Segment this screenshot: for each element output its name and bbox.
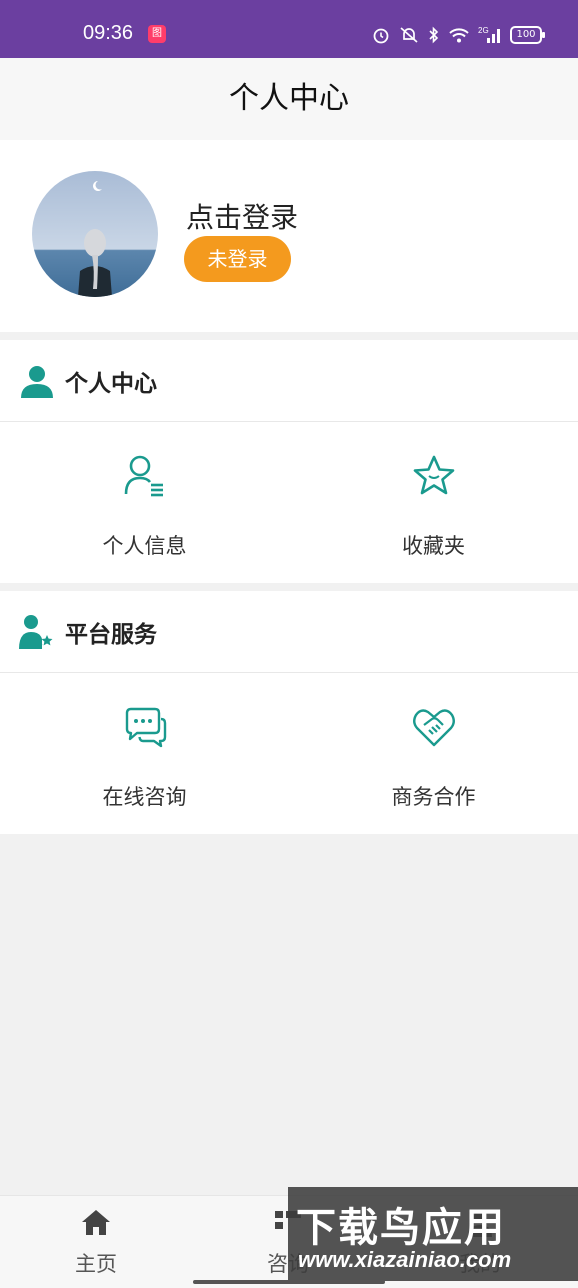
signal-icon: 2G [478, 26, 500, 43]
alarm-icon [373, 28, 389, 44]
watermark-url: www.xiazainiao.com [298, 1247, 512, 1272]
status-icons: 2G 100 [372, 26, 545, 44]
star-icon [413, 455, 454, 495]
user-info-icon [124, 455, 163, 497]
tab-label: 主页 [75, 1252, 117, 1276]
section-header: 个人中心 [0, 340, 578, 422]
favorites-button[interactable]: 收藏夹 [289, 422, 578, 583]
section-title: 平台服务 [65, 622, 157, 648]
section-title: 个人中心 [65, 371, 157, 397]
battery-icon: 100 [510, 26, 545, 44]
status-time: 09:36 [83, 22, 134, 44]
item-label: 个人信息 [102, 534, 187, 558]
bluetooth-icon [429, 26, 439, 44]
home-icon [82, 1210, 110, 1235]
mute-bell-icon [400, 27, 418, 43]
login-status-badge[interactable]: 未登录 [184, 236, 291, 282]
business-cooperation-button[interactable]: 商务合作 [289, 673, 578, 834]
title-bar: 个人中心 [0, 58, 578, 140]
page-title: 个人中心 [229, 81, 349, 116]
online-consult-button[interactable]: 在线咨询 [0, 673, 289, 834]
wifi-icon [449, 28, 469, 43]
personal-info-button[interactable]: 个人信息 [0, 422, 289, 583]
item-label: 收藏夹 [402, 534, 465, 558]
notification-app-icon: 图 [148, 25, 166, 43]
item-label: 商务合作 [391, 785, 476, 809]
watermark-brand: 下载鸟应用 [296, 1205, 506, 1251]
handshake-heart-icon [412, 709, 455, 747]
platform-services-section: 平台服务 在线咨询 商务合作 [0, 591, 578, 834]
watermark: 下载鸟应用 www.xiazainiao.com [288, 1187, 578, 1281]
svg-text:2G: 2G [478, 26, 489, 35]
section-header: 平台服务 [0, 591, 578, 673]
login-prompt[interactable]: 点击登录 [186, 196, 298, 236]
avatar[interactable] [32, 171, 158, 297]
profile-card[interactable]: 点击登录 未登录 [0, 140, 578, 332]
avatar-image [32, 171, 158, 297]
tab-home[interactable]: 主页 [0, 1196, 192, 1288]
home-indicator[interactable] [193, 1280, 385, 1284]
personal-center-section: 个人中心 个人信息 收藏夹 [0, 340, 578, 583]
item-label: 在线咨询 [102, 785, 187, 809]
service-people-icon [19, 615, 53, 649]
chat-bubbles-icon [125, 707, 166, 748]
person-icon [21, 366, 53, 398]
status-bar: 09:36 图 2G 100 [0, 0, 578, 58]
